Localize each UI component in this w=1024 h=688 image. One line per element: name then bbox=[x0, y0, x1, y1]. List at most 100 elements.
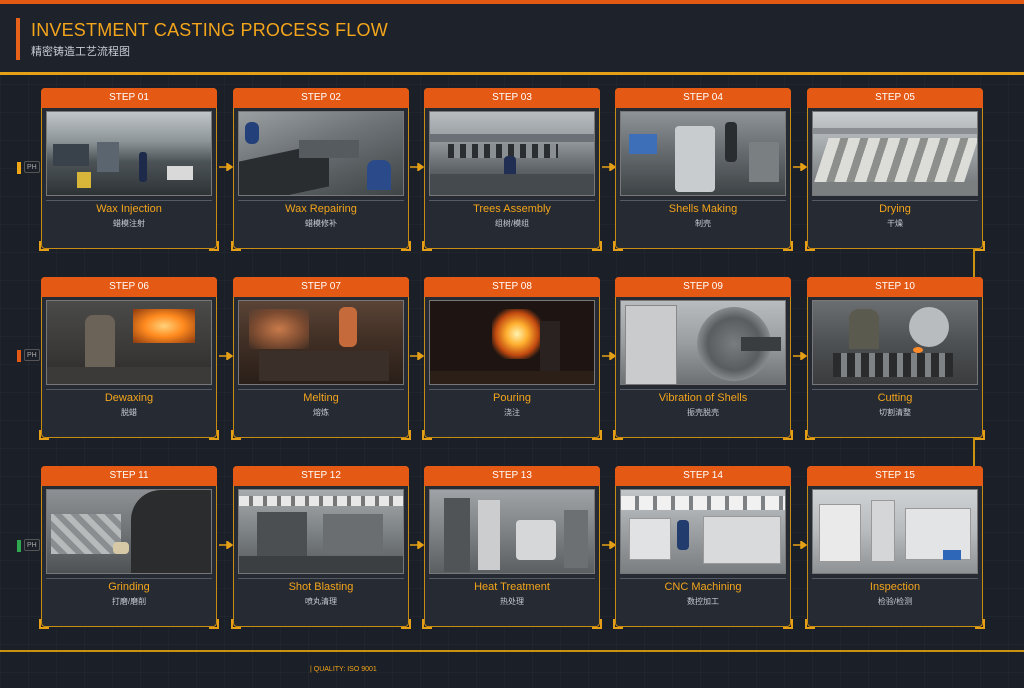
corner-bracket bbox=[783, 430, 793, 440]
step-name-cn: 数控加工 bbox=[687, 597, 719, 606]
step-name: Vibration of Shells bbox=[658, 392, 748, 404]
corner-bracket bbox=[805, 619, 815, 629]
photo-divider bbox=[429, 200, 595, 201]
step-name: Shells Making bbox=[668, 203, 738, 215]
step-number: STEP 12 bbox=[233, 466, 409, 486]
step-card-03[interactable]: STEP 03 Trees Assembly 组树/模组 bbox=[422, 88, 602, 251]
step-name-cn: 脱蜡 bbox=[121, 408, 137, 417]
step-photo-cutting bbox=[812, 300, 978, 385]
photo-divider bbox=[620, 389, 786, 390]
flow-arrow-icon bbox=[410, 163, 424, 171]
corner-bracket bbox=[783, 619, 793, 629]
corner-bracket bbox=[401, 241, 411, 251]
flow-arrow-icon bbox=[793, 352, 807, 360]
step-name-cn: 蜡模注射 bbox=[113, 219, 145, 228]
photo-divider bbox=[429, 578, 595, 579]
step-name-cn: 熔炼 bbox=[313, 408, 329, 417]
flow-arrow-icon bbox=[793, 541, 807, 549]
corner-bracket bbox=[422, 619, 432, 629]
step-card-08[interactable]: STEP 08 Pouring 浇注 bbox=[422, 277, 602, 440]
corner-bracket bbox=[783, 241, 793, 251]
photo-divider bbox=[812, 200, 978, 201]
header-accent-bar bbox=[16, 18, 20, 60]
step-card-15[interactable]: STEP 15 Inspection 检验/检测 bbox=[805, 466, 985, 629]
corner-bracket bbox=[975, 430, 985, 440]
photo-divider bbox=[620, 578, 786, 579]
step-name-cn: 组树/模组 bbox=[494, 219, 530, 228]
step-card-14[interactable]: STEP 14 CNC Machining 数控加工 bbox=[613, 466, 793, 629]
step-card-13[interactable]: STEP 13 Heat Treatment 热处理 bbox=[422, 466, 602, 629]
page-subtitle: 精密铸造工艺流程图 bbox=[31, 46, 130, 58]
step-number: STEP 10 bbox=[807, 277, 983, 297]
flow-arrow-icon bbox=[602, 541, 616, 549]
flow-arrow-icon bbox=[602, 352, 616, 360]
step-card-07[interactable]: STEP 07 Melting 熔炼 bbox=[231, 277, 411, 440]
corner-bracket bbox=[39, 241, 49, 251]
step-name: Wax Injection bbox=[96, 203, 162, 215]
step-card-09[interactable]: STEP 09 Vibration of Shells 振壳脱壳 bbox=[613, 277, 793, 440]
step-card-02[interactable]: STEP 02 Wax Repairing 蜡模修补 bbox=[231, 88, 411, 251]
photo-divider bbox=[812, 578, 978, 579]
phase-marker-bar bbox=[17, 162, 21, 174]
step-number: STEP 05 bbox=[807, 88, 983, 108]
phase-label: PH bbox=[24, 161, 40, 173]
step-photo-inspection bbox=[812, 489, 978, 574]
step-card-10[interactable]: STEP 10 Cutting 切割清整 bbox=[805, 277, 985, 440]
step-name: Dewaxing bbox=[104, 392, 154, 404]
corner-bracket bbox=[401, 619, 411, 629]
step-name-cn: 热处理 bbox=[500, 597, 524, 606]
step-name-cn: 浇注 bbox=[504, 408, 520, 417]
phase-label: PH bbox=[24, 349, 40, 361]
phase-marker-bar bbox=[17, 350, 21, 362]
row-connector-1 bbox=[973, 248, 975, 278]
step-number: STEP 04 bbox=[615, 88, 791, 108]
step-number: STEP 06 bbox=[41, 277, 217, 297]
flow-arrow-icon bbox=[602, 163, 616, 171]
photo-divider bbox=[46, 578, 212, 579]
step-photo-shells-making bbox=[620, 111, 786, 196]
step-card-04[interactable]: STEP 04 Shells Making 制壳 bbox=[613, 88, 793, 251]
step-name-cn: 制壳 bbox=[695, 219, 711, 228]
step-card-12[interactable]: STEP 12 Shot Blasting 喷丸清理 bbox=[231, 466, 411, 629]
step-number: STEP 01 bbox=[41, 88, 217, 108]
step-name: Shot Blasting bbox=[288, 581, 354, 593]
corner-bracket bbox=[401, 430, 411, 440]
photo-divider bbox=[46, 200, 212, 201]
photo-divider bbox=[238, 200, 404, 201]
photo-divider bbox=[620, 200, 786, 201]
step-card-01[interactable]: STEP 01 Wax Injection 蜡模注射 bbox=[39, 88, 219, 251]
step-name: Heat Treatment bbox=[474, 581, 550, 593]
step-photo-heat-treatment bbox=[429, 489, 595, 574]
footer-quality-label: | QUALITY: ISO 9001 bbox=[310, 666, 377, 673]
step-number: STEP 08 bbox=[424, 277, 600, 297]
step-name-cn: 蜡模修补 bbox=[305, 219, 337, 228]
photo-divider bbox=[238, 389, 404, 390]
header-divider bbox=[0, 72, 1024, 75]
phase-marker-bar bbox=[17, 540, 21, 552]
footer-divider bbox=[0, 650, 1024, 652]
step-name-cn: 喷丸清理 bbox=[305, 597, 337, 606]
step-card-11[interactable]: STEP 11 Grinding 打磨/磨削 bbox=[39, 466, 219, 629]
step-number: STEP 14 bbox=[615, 466, 791, 486]
corner-bracket bbox=[231, 619, 241, 629]
step-name: Pouring bbox=[493, 392, 531, 404]
step-number: STEP 03 bbox=[424, 88, 600, 108]
step-name: Wax Repairing bbox=[285, 203, 357, 215]
step-number: STEP 07 bbox=[233, 277, 409, 297]
corner-bracket bbox=[422, 241, 432, 251]
step-photo-drying bbox=[812, 111, 978, 196]
step-name: Drying bbox=[879, 203, 911, 215]
step-photo-vibration-of-shells bbox=[620, 300, 786, 385]
corner-bracket bbox=[231, 430, 241, 440]
flow-arrow-icon bbox=[219, 541, 233, 549]
step-name: Trees Assembly bbox=[473, 203, 551, 215]
step-card-05[interactable]: STEP 05 Drying 干燥 bbox=[805, 88, 985, 251]
corner-bracket bbox=[209, 619, 219, 629]
step-name: Inspection bbox=[869, 581, 921, 593]
corner-bracket bbox=[805, 430, 815, 440]
step-photo-grinding bbox=[46, 489, 212, 574]
step-number: STEP 09 bbox=[615, 277, 791, 297]
step-name: Cutting bbox=[877, 392, 913, 404]
step-card-06[interactable]: STEP 06 Dewaxing 脱蜡 bbox=[39, 277, 219, 440]
corner-bracket bbox=[805, 241, 815, 251]
